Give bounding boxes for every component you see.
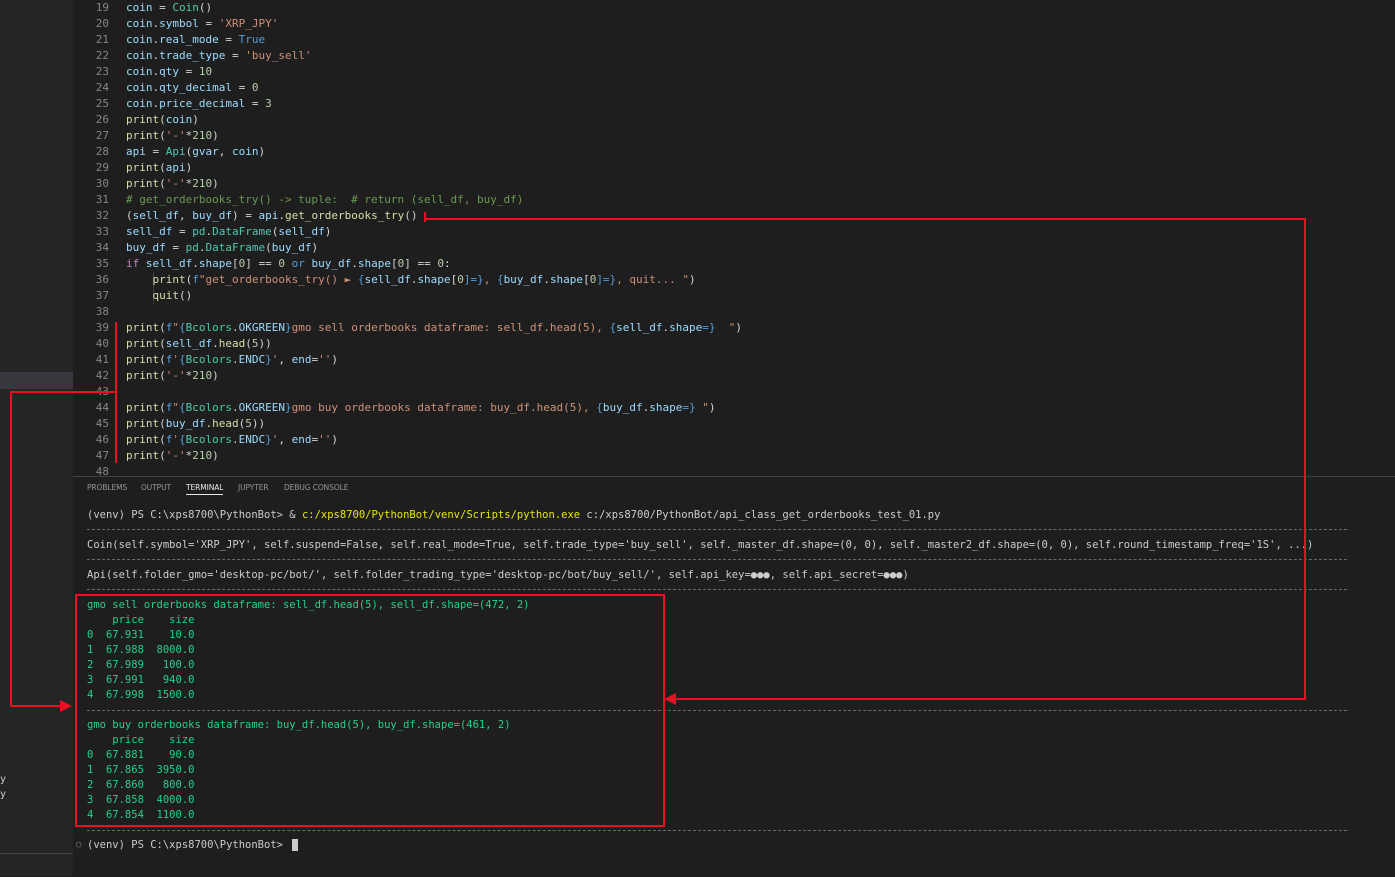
code-line-22: coin.trade_type = 'buy_sell' [126, 49, 312, 62]
code-line-39: print(f"{Bcolors.OKGREEN}gmo sell orderb… [126, 321, 742, 334]
terminal-input-line[interactable]: (venv) PS C:\xps8700\PythonBot> [87, 838, 299, 853]
code-line-31: # get_orderbooks_try() -> tuple: # retur… [126, 193, 524, 206]
code-line-40: print(sell_df.head(5)) [126, 337, 272, 350]
highlight-box-terminal-output [75, 594, 665, 827]
tab-output[interactable]: OUTPUT [141, 483, 171, 492]
line-number: 27 [95, 129, 109, 142]
line-number: 44 [95, 401, 109, 414]
line-number: 36 [95, 273, 109, 286]
code-line-44: print(f"{Bcolors.OKGREEN}gmo buy orderbo… [126, 401, 716, 414]
tab-terminal[interactable]: TERMINAL [186, 483, 223, 495]
line-number: 20 [95, 17, 109, 30]
line-number: 40 [95, 337, 109, 350]
terminal-argument: c:/xps8700/PythonBot/api_class_get_order… [580, 509, 941, 521]
code-line-26: print(coin) [126, 113, 199, 126]
terminal-separator [87, 589, 1347, 590]
line-number: 23 [95, 65, 109, 78]
line-number: 41 [95, 353, 109, 366]
code-line-30: print('-'*210) [126, 177, 219, 190]
code-editor[interactable]: 19 coin = Coin() 20 coin.symbol = 'XRP_JPY… [73, 0, 1395, 476]
line-number: 37 [95, 289, 109, 302]
code-line-29: print(api) [126, 161, 193, 174]
tab-jupyter[interactable]: JUPYTER [238, 483, 269, 492]
code-line-28: api = Api(gvar, coin) [126, 145, 266, 158]
annotation-line [10, 705, 62, 707]
terminal-decoration-circle-icon: ○ [76, 840, 82, 850]
annotation-arrow-left-icon [664, 693, 676, 705]
annotation-arrow-right-icon [60, 700, 72, 712]
line-number: 34 [95, 241, 109, 254]
tab-debug-console[interactable]: DEBUG CONSOLE [284, 483, 348, 492]
code-line-32: (sell_df, buy_df) = api.get_orderbooks_t… [126, 209, 418, 222]
terminal-separator [87, 529, 1347, 530]
terminal-prompt: (venv) PS C:\xps8700\PythonBot> [87, 509, 290, 521]
code-line-24: coin.qty_decimal = 0 [126, 81, 259, 94]
tab-problems[interactable]: PROBLEMS [87, 483, 127, 492]
terminal-call-operator: & [289, 509, 302, 521]
line-number: 19 [95, 1, 109, 14]
line-number: 32 [95, 209, 109, 222]
line-number: 48 [95, 465, 109, 476]
annotation-line [676, 698, 1306, 700]
line-number: 29 [95, 161, 109, 174]
line-number: 28 [95, 145, 109, 158]
code-line-36: print(f"get_orderbooks_try() ► {sell_df.… [152, 273, 696, 286]
code-line-42: print('-'*210) [126, 369, 219, 382]
annotation-line [10, 391, 12, 707]
code-line-21: coin.real_mode = True [126, 33, 266, 46]
terminal-executable: c:/xps8700/PythonBot/venv/Scripts/python… [301, 509, 581, 521]
code-line-23: coin.qty = 10 [126, 65, 213, 78]
code-line-47: print('-'*210) [126, 449, 219, 462]
annotation-line [10, 391, 117, 393]
annotation-tick [424, 212, 426, 222]
line-number: 46 [95, 433, 109, 446]
line-number: 33 [95, 225, 109, 238]
terminal-separator [87, 830, 1347, 831]
line-number: 30 [95, 177, 109, 190]
terminal-prompt: (venv) PS C:\xps8700\PythonBot> [87, 839, 290, 851]
line-number: 26 [95, 113, 109, 126]
sidebar-fragment: y [0, 789, 7, 800]
code-line-37: quit() [152, 289, 193, 302]
annotation-line [1304, 218, 1306, 700]
sidebar-divider [0, 853, 73, 854]
code-line-33: sell_df = pd.DataFrame(sell_df) [126, 225, 332, 238]
code-line-35: if sell_df.shape[0] == 0 or buy_df.shape… [126, 257, 451, 270]
line-number: 47 [95, 449, 109, 462]
line-number: 25 [95, 97, 109, 110]
line-number: 39 [95, 321, 109, 334]
line-number: 42 [95, 369, 109, 382]
annotation-line [424, 218, 1306, 220]
terminal-cursor [292, 839, 299, 851]
code-line-34: buy_df = pd.DataFrame(buy_df) [126, 241, 319, 254]
code-line-46: print(f'{Bcolors.ENDC}', end='') [126, 433, 338, 446]
code-line-45: print(buy_df.head(5)) [126, 417, 266, 430]
code-line-20: coin.symbol = 'XRP_JPY' [126, 17, 279, 30]
selected-explorer-item[interactable] [0, 372, 73, 389]
api-repr-output: Api(self.folder_gmo='desktop-pc/bot/', s… [87, 569, 909, 581]
code-line-19: coin = Coin() [126, 1, 213, 14]
line-number: 45 [95, 417, 109, 430]
code-line-25: coin.price_decimal = 3 [126, 97, 272, 110]
line-number: 38 [95, 305, 109, 318]
line-number: 35 [95, 257, 109, 270]
line-number: 31 [95, 193, 109, 206]
terminal-separator [87, 559, 1347, 560]
coin-repr-output: Coin(self.symbol='XRP_JPY', self.suspend… [87, 539, 1314, 551]
sidebar-fragment: y [0, 774, 7, 785]
line-number: 22 [95, 49, 109, 62]
terminal-command-line: (venv) PS C:\xps8700\PythonBot> & c:/xps… [87, 508, 940, 523]
code-line-41: print(f'{Bcolors.ENDC}', end='') [126, 353, 338, 366]
line-number: 21 [95, 33, 109, 46]
code-line-27: print('-'*210) [126, 129, 219, 142]
line-number: 24 [95, 81, 109, 94]
